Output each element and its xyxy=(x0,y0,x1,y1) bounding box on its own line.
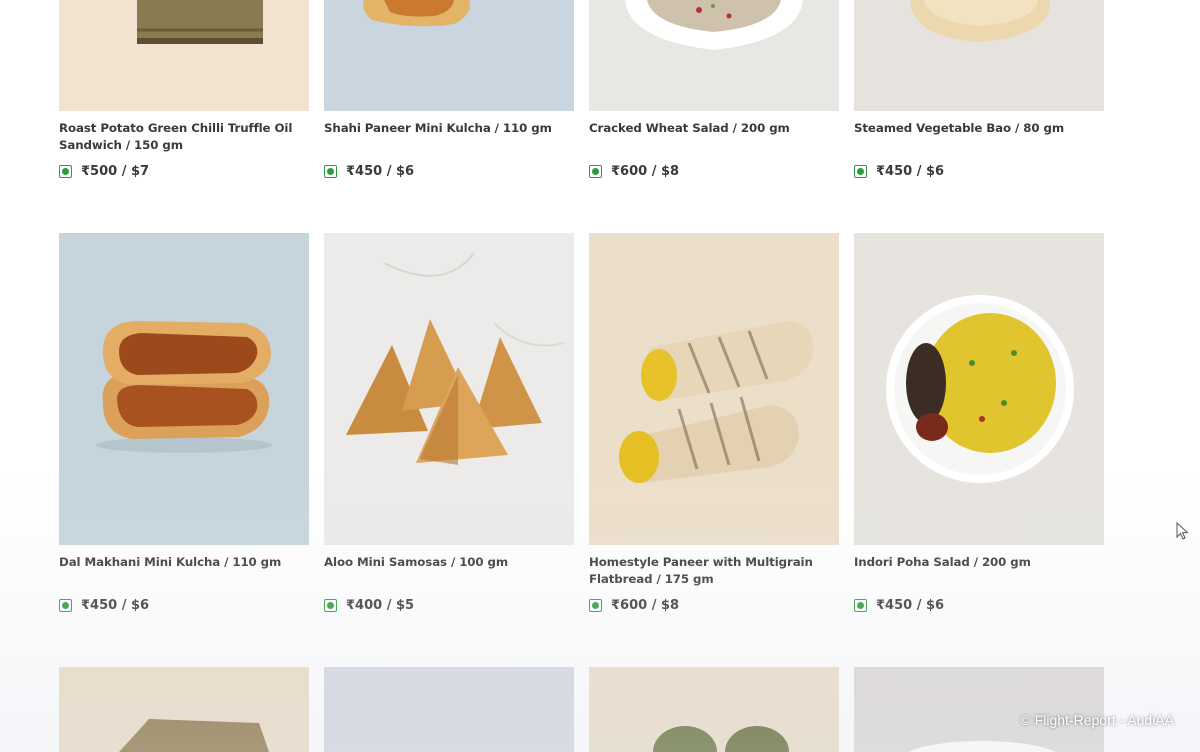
price-row: ₹500 / $7 xyxy=(59,161,149,181)
dal-kulcha-photo[interactable] xyxy=(59,233,309,545)
menu-item-price: ₹400 / $5 xyxy=(346,597,415,613)
menu-item-price: ₹600 / $8 xyxy=(611,597,680,613)
menu-item-price: ₹500 / $7 xyxy=(81,163,150,179)
menu-item-title[interactable]: Homestyle Paneer with Multigrain Flatbre… xyxy=(589,554,839,588)
sandwich-photo[interactable] xyxy=(59,0,309,111)
price-row: ₹600 / $8 xyxy=(589,595,679,615)
veg-indicator-icon xyxy=(854,164,867,178)
menu-item-price: ₹450 / $6 xyxy=(81,597,150,613)
menu-item-title[interactable]: Indori Poha Salad / 200 gm xyxy=(854,554,1104,571)
price-row: ₹400 / $5 xyxy=(324,595,414,615)
mouse-pointer-icon xyxy=(1176,521,1190,546)
menu-item-price: ₹600 / $8 xyxy=(611,163,680,179)
menu-item-title[interactable]: Shahi Paneer Mini Kulcha / 110 gm xyxy=(324,120,574,137)
menu-item-photo[interactable] xyxy=(324,667,574,752)
menu-item-title[interactable]: Aloo Mini Samosas / 100 gm xyxy=(324,554,574,571)
wheat-salad-photo[interactable] xyxy=(589,0,839,111)
veg-indicator-icon xyxy=(59,598,72,612)
price-row: ₹450 / $6 xyxy=(324,161,414,181)
watermark-text: © Flight-Report - AudiAA xyxy=(1020,712,1175,728)
menu-item-photo[interactable] xyxy=(854,667,1104,752)
menu-item-title[interactable]: Dal Makhani Mini Kulcha / 110 gm xyxy=(59,554,309,571)
bao-photo[interactable] xyxy=(854,0,1104,111)
menu-item-photo[interactable] xyxy=(59,667,309,752)
veg-indicator-icon xyxy=(854,598,867,612)
veg-indicator-icon xyxy=(59,164,72,178)
veg-indicator-icon xyxy=(324,164,337,178)
samosas-photo[interactable] xyxy=(324,233,574,545)
kulcha-photo[interactable] xyxy=(324,0,574,111)
menu-item-price: ₹450 / $6 xyxy=(346,163,415,179)
wrap-photo[interactable] xyxy=(589,233,839,545)
menu-item-title[interactable]: Cracked Wheat Salad / 200 gm xyxy=(589,120,839,137)
price-row: ₹450 / $6 xyxy=(59,595,149,615)
poha-photo[interactable] xyxy=(854,233,1104,545)
price-row: ₹600 / $8 xyxy=(589,161,679,181)
price-row: ₹450 / $6 xyxy=(854,595,944,615)
veg-indicator-icon xyxy=(589,598,602,612)
menu-item-price: ₹450 / $6 xyxy=(876,597,945,613)
menu-item-title[interactable]: Steamed Vegetable Bao / 80 gm xyxy=(854,120,1104,137)
menu-item-title[interactable]: Roast Potato Green Chilli Truffle Oil Sa… xyxy=(59,120,309,154)
veg-indicator-icon xyxy=(324,598,337,612)
menu-item-photo[interactable] xyxy=(589,667,839,752)
veg-indicator-icon xyxy=(589,164,602,178)
price-row: ₹450 / $6 xyxy=(854,161,944,181)
menu-item-price: ₹450 / $6 xyxy=(876,163,945,179)
